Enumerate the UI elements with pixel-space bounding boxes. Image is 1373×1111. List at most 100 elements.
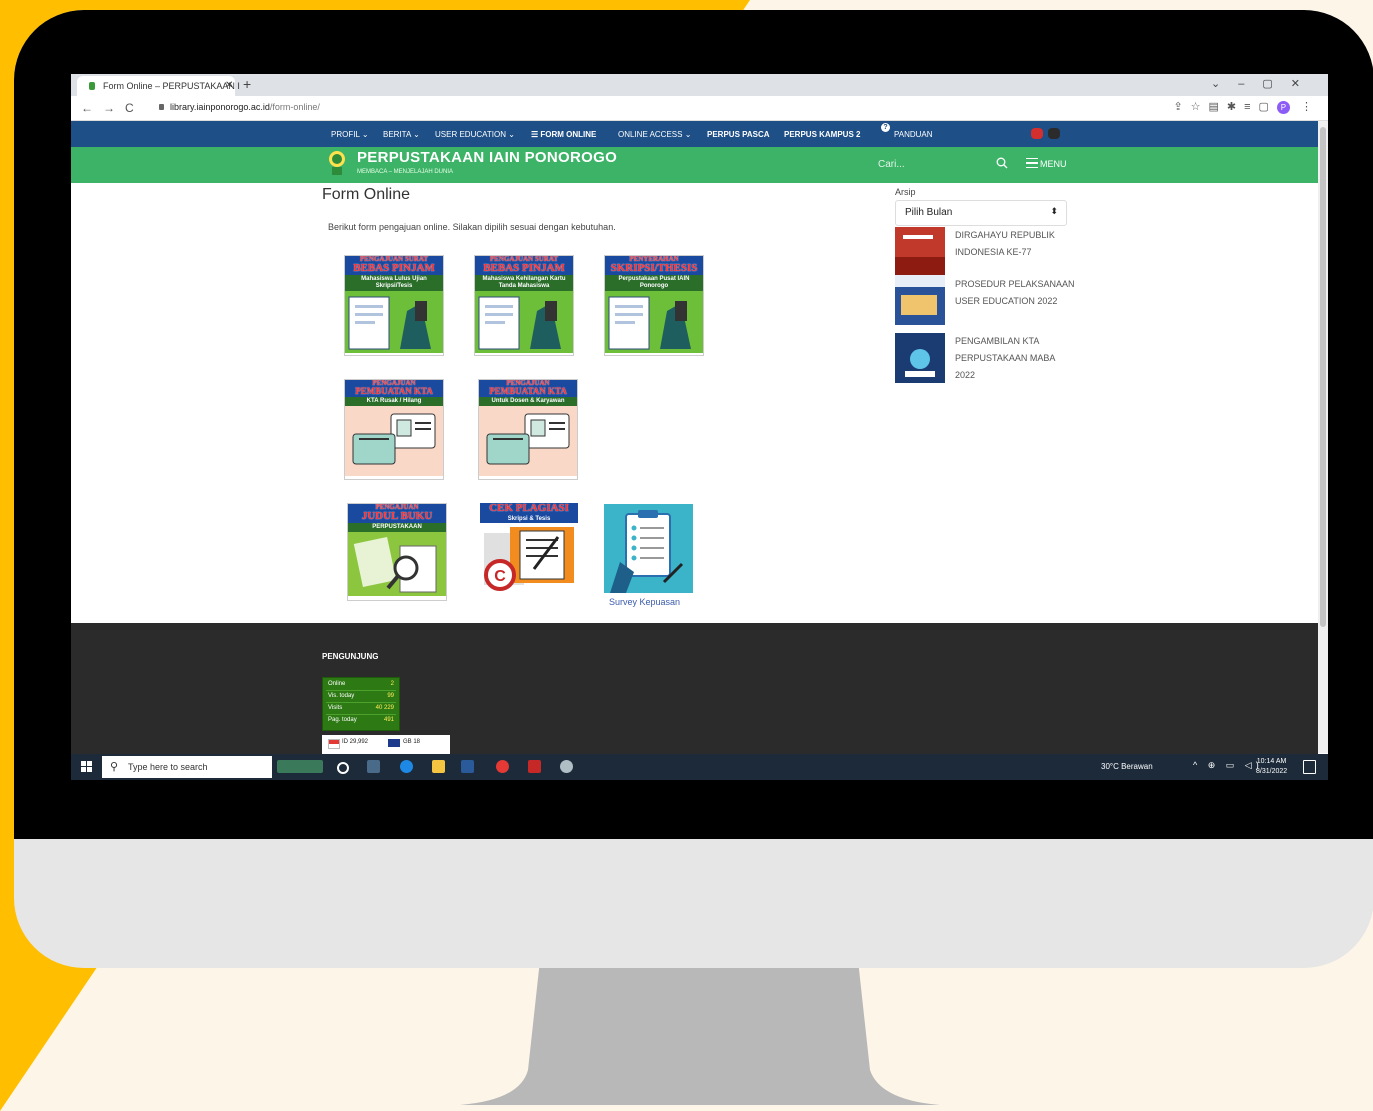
system-tray-icons[interactable]: ^ ⊕ ▭ ◁) bbox=[1193, 760, 1263, 771]
nav-form-online[interactable]: ☰ FORM ONLINE bbox=[531, 130, 596, 139]
card-subtitle: Mahasiswa Lulus Ujian Skripsi/Tesis bbox=[345, 274, 443, 291]
nav-profil[interactable]: PROFIL ⌄ bbox=[331, 130, 369, 139]
id-card-icon bbox=[345, 405, 443, 476]
search-icon[interactable] bbox=[996, 157, 1008, 169]
form-card-penyerahan-skripsi[interactable]: PENYERAHAN SKRIPSI/THESIS Perpustakaan P… bbox=[604, 255, 704, 356]
document-hand-icon bbox=[605, 290, 703, 353]
task-view-icon[interactable] bbox=[367, 760, 380, 773]
url-path: /form-online/ bbox=[269, 102, 320, 112]
menu-label: MENU bbox=[1040, 159, 1067, 169]
form-card-judul-buku[interactable]: PENGAJUAN JUDUL BUKU PERPUSTAKAAN bbox=[347, 503, 447, 601]
magnifier-document-icon bbox=[348, 531, 446, 596]
indonesia-flag-icon bbox=[328, 739, 340, 749]
copyright-document-icon: C bbox=[480, 523, 578, 596]
nav-panduan[interactable]: PANDUAN bbox=[894, 130, 933, 139]
card-banner: PENYERAHAN SKRIPSI/THESIS Perpustakaan P… bbox=[605, 256, 703, 291]
flag-counter: ID 29,992 GB 18 bbox=[322, 735, 450, 755]
clock[interactable]: 10:14 AM 8/31/2022 bbox=[1256, 757, 1287, 777]
url-field[interactable]: library.iainponorogo.ac.id/form-online/ bbox=[159, 102, 320, 112]
nav-user-education[interactable]: USER EDUCATION ⌄ bbox=[435, 130, 515, 139]
store-icon[interactable] bbox=[461, 760, 474, 773]
form-card-kta-rusak[interactable]: PENGAJUAN PEMBUATAN KTA KTA Rusak / Hila… bbox=[344, 379, 444, 480]
address-bar: ←→C library.iainponorogo.ac.id/form-onli… bbox=[71, 96, 1328, 121]
site-footer: PENGUNJUNG Online 2 Vis. today 99 Visits 40… bbox=[71, 623, 1318, 756]
counter-value: 99 bbox=[387, 693, 394, 699]
iain-logo-icon[interactable] bbox=[328, 150, 346, 176]
hamburger-icon bbox=[1026, 158, 1038, 168]
taskbar-widget-icon[interactable] bbox=[277, 760, 323, 773]
card-subtitle: Skripsi & Tesis bbox=[480, 514, 578, 524]
powerpoint-icon[interactable] bbox=[528, 760, 541, 773]
site-top-nav: PROFIL ⌄ BERITA ⌄ USER EDUCATION ⌄ ☰ FOR… bbox=[71, 121, 1318, 147]
counter-key: Visits bbox=[328, 705, 343, 711]
browser-tab[interactable]: Form Online – PERPUSTAKAAN I ✕ bbox=[77, 76, 240, 96]
page-scrollbar[interactable] bbox=[1318, 121, 1328, 753]
card-line2: PEMBUATAN KTA bbox=[489, 386, 567, 397]
clock-time: 10:14 AM bbox=[1256, 758, 1287, 765]
nav-perpus-pasca[interactable]: PERPUS PASCA bbox=[707, 130, 770, 139]
menu-button[interactable]: MENU bbox=[1026, 158, 1067, 169]
file-explorer-icon[interactable] bbox=[432, 760, 445, 773]
post-thumbnail[interactable] bbox=[895, 333, 945, 383]
youtube-icon[interactable] bbox=[1031, 128, 1043, 139]
post-link[interactable]: PENGAMBILAN KTA PERPUSTAKAAN MABA 2022 bbox=[955, 333, 1075, 384]
screen: Form Online – PERPUSTAKAAN I ✕ + ⌄–▢✕ ←→… bbox=[71, 74, 1328, 780]
card-subtitle: PERPUSTAKAAN bbox=[348, 522, 446, 532]
new-tab-icon[interactable]: + bbox=[243, 76, 251, 92]
browser-extension-icons[interactable]: ⇪☆▤✱≡▢ P ⋮ bbox=[1173, 100, 1320, 114]
survey-link[interactable]: Survey Kepuasan bbox=[609, 597, 680, 607]
card-line2: BEBAS PINJAM bbox=[483, 262, 565, 275]
form-card-bebas-pinjam-lulus[interactable]: PENGAJUAN SURAT BEBAS PINJAM Mahasiswa L… bbox=[344, 255, 444, 356]
nav-perpus-kampus-2[interactable]: PERPUS KAMPUS 2 bbox=[784, 130, 860, 139]
window-controls[interactable]: ⌄–▢✕ bbox=[1211, 77, 1318, 90]
site-header: PERPUSTAKAAN IAIN PONOROGO MEMBACA – MEN… bbox=[71, 147, 1318, 183]
profile-avatar[interactable]: P bbox=[1276, 101, 1290, 114]
post-thumbnail[interactable] bbox=[895, 275, 945, 325]
form-card-kta-dosen[interactable]: PENGAJUAN PEMBUATAN KTA Untuk Dosen & Ka… bbox=[478, 379, 578, 480]
month-select[interactable]: Pilih Bulan ⬍ bbox=[895, 200, 1067, 226]
taskbar-search-input[interactable]: ⚲ Type here to search bbox=[102, 756, 272, 778]
flag-count-id: ID 29,992 bbox=[342, 739, 369, 745]
search-icon: ⚲ bbox=[110, 761, 119, 773]
uk-flag-icon bbox=[388, 739, 400, 747]
footer-title: PENGUNJUNG bbox=[322, 652, 379, 661]
counter-value: 40 229 bbox=[375, 705, 394, 711]
form-card-bebas-pinjam-ktm[interactable]: PENGAJUAN SURAT BEBAS PINJAM Mahasiswa K… bbox=[474, 255, 574, 356]
tab-title: Form Online – PERPUSTAKAAN I bbox=[103, 81, 240, 91]
nav-online-access[interactable]: ONLINE ACCESS ⌄ bbox=[618, 130, 691, 139]
app-icon[interactable] bbox=[560, 760, 573, 773]
nav-berita[interactable]: BERITA ⌄ bbox=[383, 130, 420, 139]
close-tab-icon[interactable]: ✕ bbox=[225, 80, 233, 91]
month-select-value: Pilih Bulan bbox=[905, 207, 953, 218]
form-card-cek-plagiasi[interactable]: CEK PLAGIASI Skripsi & Tesis C bbox=[480, 503, 578, 599]
survey-card[interactable] bbox=[604, 504, 693, 593]
counter-row: Vis. today 99 bbox=[326, 692, 396, 703]
search-input[interactable]: Cari... bbox=[878, 159, 905, 170]
counter-row: Visits 40 229 bbox=[326, 704, 396, 715]
document-hand-icon bbox=[345, 290, 443, 353]
card-line2: PEMBUATAN KTA bbox=[355, 386, 433, 397]
weather-widget[interactable]: 30°C Berawan bbox=[1101, 762, 1153, 771]
windows-start-icon[interactable] bbox=[81, 761, 92, 772]
page-title: Form Online bbox=[322, 186, 411, 203]
url-host: library.iainponorogo.ac.id bbox=[170, 102, 270, 112]
back-forward-reload-icon[interactable]: ←→C bbox=[81, 101, 144, 115]
post-link[interactable]: PROSEDUR PELAKSANAAN USER EDUCATION 2022 bbox=[955, 276, 1075, 310]
card-banner: PENGAJUAN PEMBUATAN KTA KTA Rusak / Hila… bbox=[345, 380, 443, 406]
edge-icon[interactable] bbox=[400, 760, 413, 773]
site-title[interactable]: PERPUSTAKAAN IAIN PONOROGO bbox=[357, 149, 617, 166]
post-link[interactable]: DIRGAHAYU REPUBLIK INDONESIA KE-77 bbox=[955, 227, 1075, 261]
id-card-icon bbox=[479, 405, 577, 476]
scrollbar-thumb[interactable] bbox=[1320, 127, 1326, 627]
notification-icon[interactable] bbox=[1303, 760, 1316, 774]
intro-text: Berikut form pengajuan online. Silakan d… bbox=[328, 222, 616, 232]
visitor-counter: Online 2 Vis. today 99 Visits 40 229 Pag. t… bbox=[322, 677, 400, 731]
svg-text:C: C bbox=[494, 568, 506, 585]
cortana-icon[interactable] bbox=[337, 762, 349, 774]
post-thumbnail[interactable] bbox=[895, 227, 945, 277]
chrome-icon[interactable] bbox=[496, 760, 509, 773]
windows-taskbar: ⚲ Type here to search 30°C Berawan ^ ⊕ ▭… bbox=[71, 754, 1328, 780]
instagram-icon[interactable] bbox=[1048, 128, 1060, 139]
card-banner: PENGAJUAN PEMBUATAN KTA Untuk Dosen & Ka… bbox=[479, 380, 577, 406]
counter-row: Pag. today 491 bbox=[326, 716, 396, 726]
